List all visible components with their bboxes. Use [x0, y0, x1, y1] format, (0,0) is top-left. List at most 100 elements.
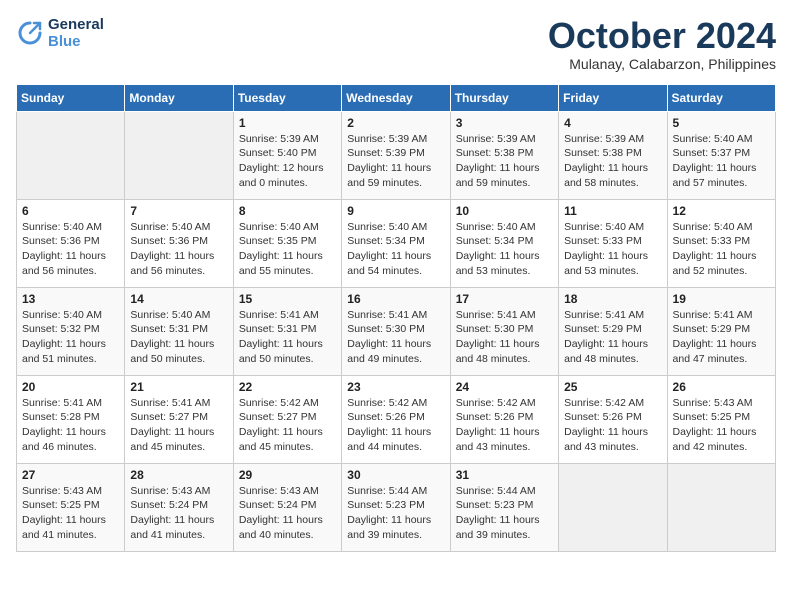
day-info-line: Sunrise: 5:40 AM	[130, 220, 227, 235]
title-block: October 2024 Mulanay, Calabarzon, Philip…	[548, 16, 776, 72]
calendar-week-row: 20 Sunrise: 5:41 AM Sunset: 5:28 PM Dayligh…	[17, 375, 776, 463]
calendar-cell: 28Sunrise: 5:43 AMSunset: 5:24 PMDayligh…	[125, 463, 233, 551]
day-number: 23	[347, 380, 444, 394]
calendar-cell: 17Sunrise: 5:41 AMSunset: 5:30 PMDayligh…	[450, 287, 558, 375]
day-info-line: Sunset: 5:26 PM	[564, 410, 661, 425]
day-info-line: Sunset: 5:30 PM	[347, 322, 444, 337]
day-info-line: Sunrise: 5:43 AM	[130, 484, 227, 499]
calendar-cell: 25Sunrise: 5:42 AMSunset: 5:26 PMDayligh…	[559, 375, 667, 463]
day-info-line: Sunrise: 5:40 AM	[347, 220, 444, 235]
day-info-line: Sunset: 5:31 PM	[239, 322, 336, 337]
calendar-cell: 23Sunrise: 5:42 AMSunset: 5:26 PMDayligh…	[342, 375, 450, 463]
calendar-cell: 26Sunrise: 5:43 AMSunset: 5:25 PMDayligh…	[667, 375, 775, 463]
calendar-cell: 19Sunrise: 5:41 AMSunset: 5:29 PMDayligh…	[667, 287, 775, 375]
day-info-line: Sunset: 5:27 PM	[239, 410, 336, 425]
day-info-line: Daylight: 11 hours and 58 minutes.	[564, 161, 661, 190]
day-info-line: Daylight: 11 hours and 43 minutes.	[564, 425, 661, 454]
day-info-line: Daylight: 11 hours and 55 minutes.	[239, 249, 336, 278]
day-number: 22	[239, 380, 336, 394]
day-info-line: Sunrise: 5:41 AM	[239, 308, 336, 323]
header-tuesday: Tuesday	[233, 84, 341, 111]
day-info-line: Sunrise: 5:44 AM	[456, 484, 553, 499]
day-info-line: Daylight: 11 hours and 50 minutes.	[239, 337, 336, 366]
day-info-line: Sunset: 5:24 PM	[239, 498, 336, 513]
day-number: 14	[130, 292, 227, 306]
calendar-cell: 9Sunrise: 5:40 AMSunset: 5:34 PMDaylight…	[342, 199, 450, 287]
day-info-line: Sunset: 5:29 PM	[564, 322, 661, 337]
calendar-cell	[17, 111, 125, 199]
day-info-line: Sunrise: 5:40 AM	[239, 220, 336, 235]
day-info-line: Daylight: 11 hours and 53 minutes.	[456, 249, 553, 278]
day-info-line: Sunset: 5:27 PM	[130, 410, 227, 425]
day-info-line: Sunset: 5:28 PM	[22, 410, 119, 425]
header-saturday: Saturday	[667, 84, 775, 111]
day-info-line: Daylight: 11 hours and 45 minutes.	[130, 425, 227, 454]
calendar-cell: 14Sunrise: 5:40 AMSunset: 5:31 PMDayligh…	[125, 287, 233, 375]
header-thursday: Thursday	[450, 84, 558, 111]
calendar-cell: 31Sunrise: 5:44 AMSunset: 5:23 PMDayligh…	[450, 463, 558, 551]
day-info-line: Daylight: 11 hours and 48 minutes.	[564, 337, 661, 366]
calendar-cell: 15 Sunrise: 5:41 AMSunset: 5:31 PMDayligh…	[233, 287, 341, 375]
calendar-cell: 22Sunrise: 5:42 AMSunset: 5:27 PMDayligh…	[233, 375, 341, 463]
calendar-cell: 27Sunrise: 5:43 AMSunset: 5:25 PMDayligh…	[17, 463, 125, 551]
day-info-line: Daylight: 11 hours and 59 minutes.	[347, 161, 444, 190]
day-info-line: Sunrise: 5:40 AM	[22, 220, 119, 235]
day-info-line: Sunrise: 5:41 AM	[564, 308, 661, 323]
day-info-line: Daylight: 11 hours and 40 minutes.	[239, 513, 336, 542]
calendar-table: SundayMondayTuesdayWednesdayThursdayFrid…	[16, 84, 776, 552]
day-info-line: Sunset: 5:23 PM	[456, 498, 553, 513]
day-number: 26	[673, 380, 770, 394]
day-info-line: Daylight: 11 hours and 54 minutes.	[347, 249, 444, 278]
day-number: 7	[130, 204, 227, 218]
day-info-line: Daylight: 11 hours and 41 minutes.	[22, 513, 119, 542]
day-info-line: Sunrise: 5:41 AM	[456, 308, 553, 323]
day-number: 19	[673, 292, 770, 306]
day-info-line: Sunset: 5:33 PM	[564, 234, 661, 249]
day-info-line: Sunrise: 5:40 AM	[22, 308, 119, 323]
calendar-cell: 18 Sunrise: 5:41 AMSunset: 5:29 PMDayligh…	[559, 287, 667, 375]
day-info-line: Daylight: 11 hours and 47 minutes.	[673, 337, 770, 366]
day-number: 20	[22, 380, 119, 394]
day-info-line: Sunrise: 5:39 AM	[347, 132, 444, 147]
day-info-line: Sunset: 5:36 PM	[22, 234, 119, 249]
day-info-line: Sunrise: 5:42 AM	[564, 396, 661, 411]
header-monday: Monday	[125, 84, 233, 111]
day-info-line: Daylight: 11 hours and 42 minutes.	[673, 425, 770, 454]
day-info-line: Sunset: 5:23 PM	[347, 498, 444, 513]
day-info-line: Daylight: 12 hours and 0 minutes.	[239, 161, 336, 190]
day-info-line: Daylight: 11 hours and 48 minutes.	[456, 337, 553, 366]
day-info-line: Sunrise: 5:41 AM	[347, 308, 444, 323]
calendar-header-row: SundayMondayTuesdayWednesdayThursdayFrid…	[17, 84, 776, 111]
calendar-cell: 13Sunrise: 5:40 AMSunset: 5:32 PMDayligh…	[17, 287, 125, 375]
day-number: 15	[239, 292, 336, 306]
day-number: 10	[456, 204, 553, 218]
day-info-line: Daylight: 11 hours and 45 minutes.	[239, 425, 336, 454]
calendar-cell: 3Sunrise: 5:39 AMSunset: 5:38 PMDaylight…	[450, 111, 558, 199]
day-info-line: Daylight: 11 hours and 49 minutes.	[347, 337, 444, 366]
day-number: 30	[347, 468, 444, 482]
day-info-line: Sunset: 5:25 PM	[22, 498, 119, 513]
day-info-line: Sunrise: 5:42 AM	[456, 396, 553, 411]
day-info-line: Sunrise: 5:40 AM	[564, 220, 661, 235]
day-number: 16	[347, 292, 444, 306]
day-info-line: Sunrise: 5:39 AM	[239, 132, 336, 147]
day-number: 29	[239, 468, 336, 482]
day-number: 12	[673, 204, 770, 218]
day-info-line: Sunrise: 5:44 AM	[347, 484, 444, 499]
calendar-week-row: 1Sunrise: 5:39 AMSunset: 5:40 PMDaylight…	[17, 111, 776, 199]
day-info-line: Sunrise: 5:40 AM	[673, 132, 770, 147]
day-info-line: Sunrise: 5:40 AM	[130, 308, 227, 323]
day-number: 18	[564, 292, 661, 306]
day-number: 28	[130, 468, 227, 482]
calendar-week-row: 13Sunrise: 5:40 AMSunset: 5:32 PMDayligh…	[17, 287, 776, 375]
day-number: 4	[564, 116, 661, 130]
header-wednesday: Wednesday	[342, 84, 450, 111]
day-info-line: Daylight: 11 hours and 56 minutes.	[22, 249, 119, 278]
day-number: 17	[456, 292, 553, 306]
calendar-cell: 16 Sunrise: 5:41 AMSunset: 5:30 PMDayligh…	[342, 287, 450, 375]
day-number: 2	[347, 116, 444, 130]
day-info-line: Sunrise: 5:39 AM	[456, 132, 553, 147]
day-info-line: Sunrise: 5:41 AM	[130, 396, 227, 411]
day-number: 24	[456, 380, 553, 394]
day-number: 13	[22, 292, 119, 306]
